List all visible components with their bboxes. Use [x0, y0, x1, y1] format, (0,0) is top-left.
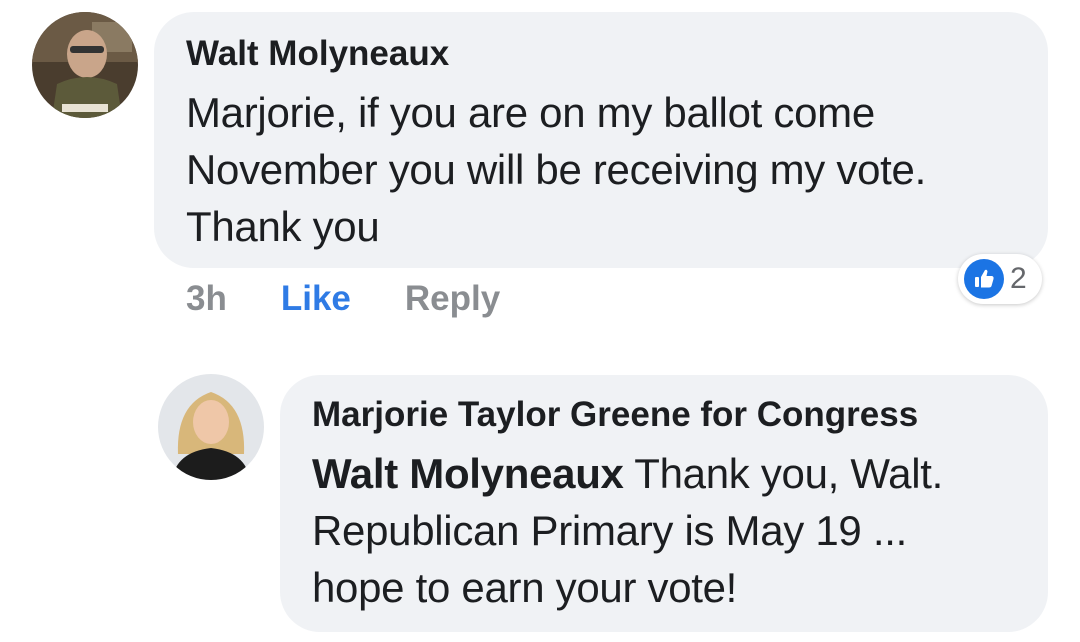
reaction-summary[interactable]: 2 [958, 254, 1042, 304]
reply-text-line: hope to earn your vote! [312, 564, 738, 611]
comment-timestamp[interactable]: 3h [186, 279, 227, 319]
reply-text-line: Republican Primary is May 19 ... [312, 507, 907, 554]
commenter-avatar[interactable] [32, 12, 138, 118]
reply-bubble: Marjorie Taylor Greene for Congress Walt… [280, 375, 1048, 632]
comment-text-line: November you will be receiving my vote. [186, 146, 926, 193]
comment-author-name[interactable]: Walt Molyneaux [186, 34, 1018, 74]
comment-actions: 3h Like Reply [186, 276, 500, 322]
comment-text: Marjorie, if you are on my ballot come N… [186, 84, 1018, 255]
reply-text-line: Walt Molyneaux Thank you, Walt. [312, 445, 1018, 502]
comment-bubble: Walt Molyneaux Marjorie, if you are on m… [154, 12, 1048, 268]
reply-button[interactable]: Reply [405, 279, 500, 319]
thumbs-up-icon [964, 259, 1004, 299]
reaction-count: 2 [1010, 262, 1027, 295]
reply-author-avatar[interactable] [158, 374, 264, 480]
mention-link[interactable]: Walt Molyneaux [312, 450, 624, 497]
reply-author-name[interactable]: Marjorie Taylor Greene for Congress [312, 395, 1018, 435]
comment-text-line: Marjorie, if you are on my ballot come [186, 89, 875, 136]
like-button[interactable]: Like [281, 279, 351, 319]
reply-text-fragment: Thank you, Walt. [623, 450, 943, 497]
reply-text: Walt Molyneaux Thank you, Walt. Republic… [312, 445, 1018, 616]
comment-text-line: Thank you [186, 203, 380, 250]
